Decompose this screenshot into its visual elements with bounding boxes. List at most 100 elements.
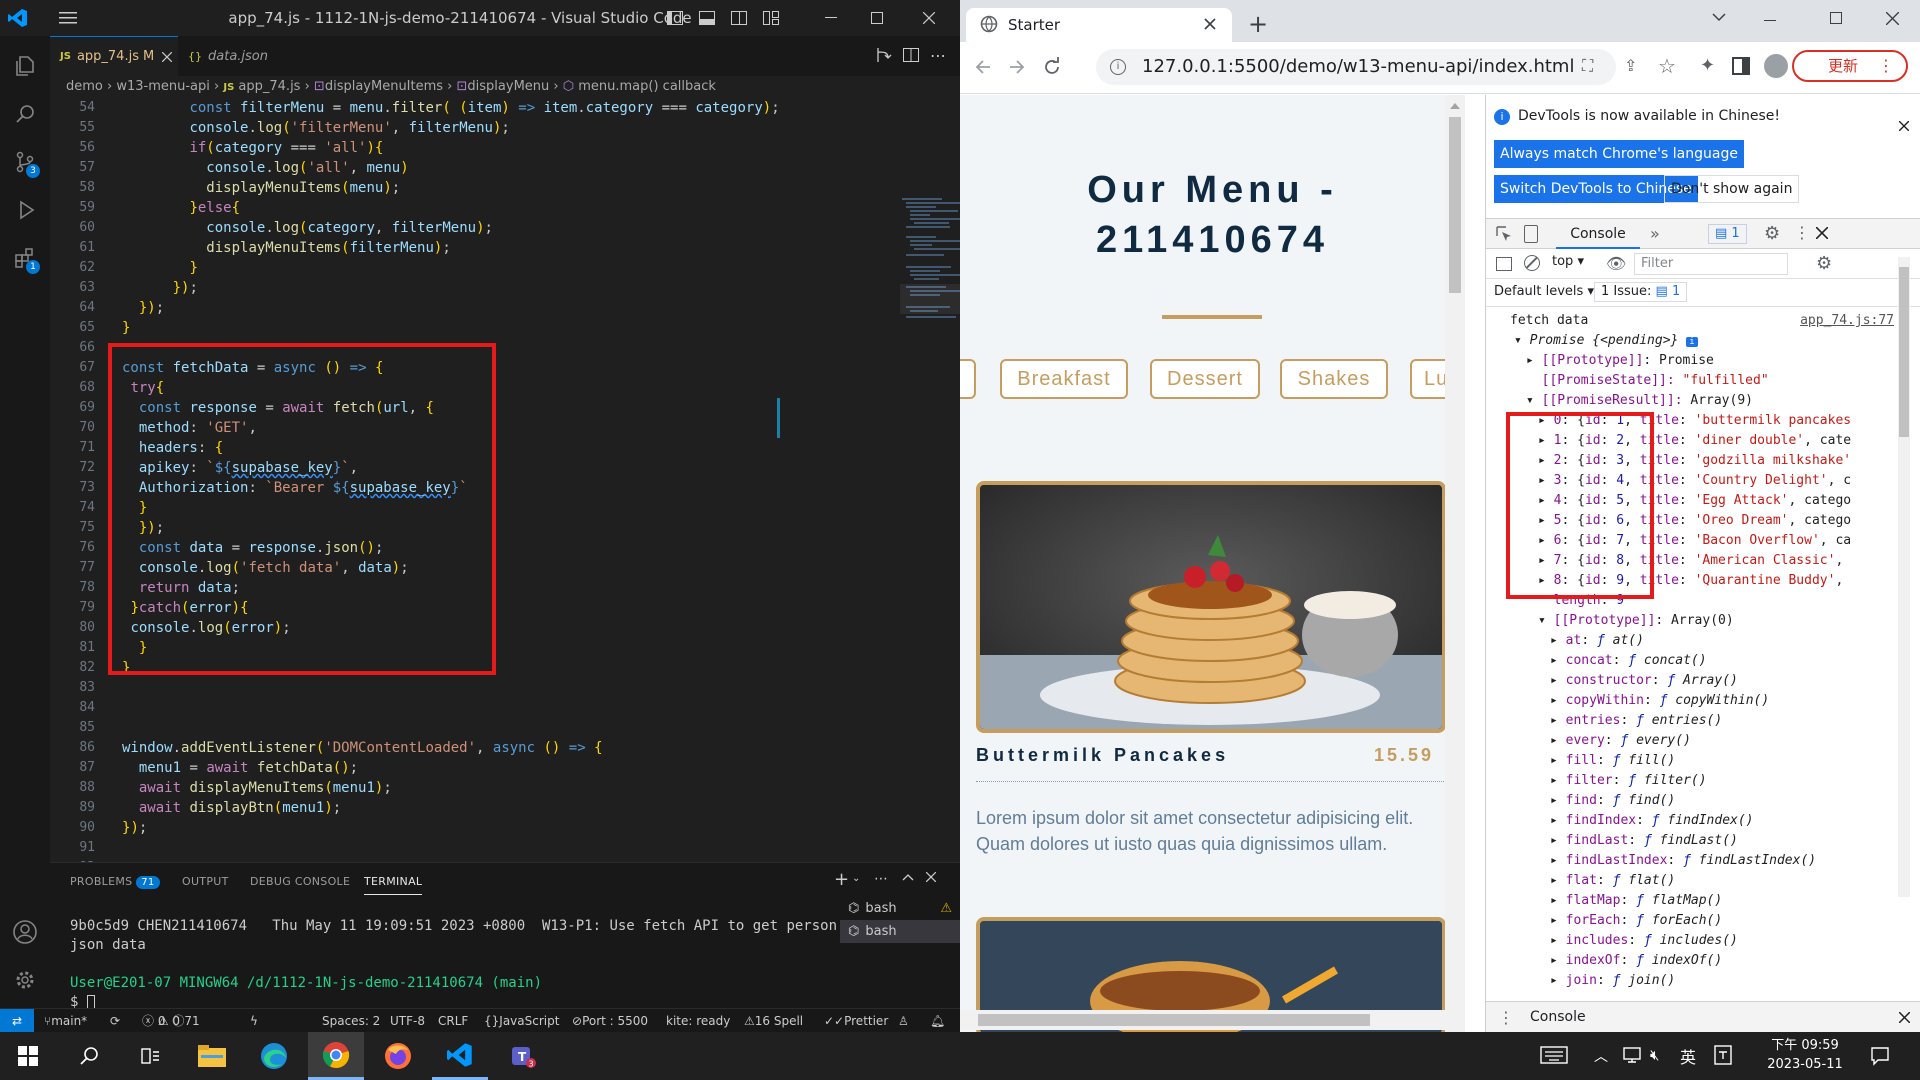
console-log-entry[interactable]: fetch data app_74.js:77	[1486, 311, 1916, 331]
menu-icon[interactable]	[48, 0, 88, 36]
open-changes-icon[interactable]	[874, 46, 892, 64]
code-line[interactable]: await displayMenuItems(menu1);	[122, 778, 882, 798]
search-icon[interactable]	[0, 90, 50, 138]
prototype-method[interactable]: ▸ findLast: ƒ findLast()	[1486, 831, 1916, 851]
prototype-method[interactable]: ▸ filter: ƒ filter()	[1486, 771, 1916, 791]
ime-pad-icon[interactable]	[1714, 1044, 1732, 1066]
breadcrumb-item[interactable]: w13-menu-api	[116, 79, 210, 94]
code-line[interactable]: console.log('filterMenu', filterMenu);	[122, 118, 882, 138]
sidebar-toggle-icon[interactable]	[1496, 257, 1512, 271]
code-line[interactable]: window.addEventListener('DOMContentLoade…	[122, 738, 882, 758]
edge-icon[interactable]	[246, 1032, 302, 1080]
eol-indicator[interactable]: CRLF	[438, 1009, 468, 1032]
tree-node[interactable]: ▸ [[Prototype]]: Promise	[1486, 351, 1916, 371]
split-editor-icon[interactable]	[902, 46, 920, 64]
code-line[interactable]: await displayBtn(menu1);	[122, 798, 882, 818]
side-panel-icon[interactable]	[1732, 57, 1750, 75]
toggle-sidebar-icon[interactable]	[664, 0, 686, 36]
notifications-bell-icon[interactable]: 🔔︎	[930, 1009, 945, 1032]
prototype-method[interactable]: ▸ copyWithin: ƒ copyWithin()	[1486, 691, 1916, 711]
input-indicator-icon[interactable]	[1540, 1044, 1568, 1066]
info-icon[interactable]: i	[1110, 59, 1126, 75]
firefox-icon[interactable]	[370, 1032, 426, 1080]
customize-layout-icon[interactable]	[760, 0, 782, 36]
new-tab-icon[interactable]: +	[1248, 10, 1268, 38]
spell-indicator[interactable]: ⚠ 16 Spell	[744, 1009, 803, 1032]
run-debug-icon[interactable]	[0, 186, 50, 234]
tray-chevron-up-icon[interactable]: ︿	[1594, 1046, 1608, 1066]
drawer-menu-icon[interactable]: ⋮	[1498, 1008, 1514, 1027]
filter-button-partial[interactable]	[960, 359, 976, 399]
live-server-port[interactable]: ⊘ Port : 5500	[572, 1009, 648, 1032]
code-line[interactable]	[122, 838, 882, 858]
prototype-method[interactable]: ▸ fill: ƒ fill()	[1486, 751, 1916, 771]
account-icon[interactable]	[0, 908, 50, 956]
scroll-up-icon[interactable]	[1450, 103, 1460, 109]
prototype-method[interactable]: ▸ forEach: ƒ forEach()	[1486, 911, 1916, 931]
device-toolbar-icon[interactable]	[1524, 225, 1538, 243]
breadcrumb-item[interactable]: displayMenuItems	[325, 79, 443, 94]
prototype-method[interactable]: ▸ flatMap: ƒ flatMap()	[1486, 891, 1916, 911]
console-scroll-thumb[interactable]	[1899, 267, 1909, 437]
code-line[interactable]: displayMenuItems(filterMenu);	[122, 238, 882, 258]
address-bar[interactable]: i 127.0.0.1:5500/demo/w13-menu-api/index…	[1096, 49, 1616, 85]
filter-button-dessert[interactable]: Dessert	[1150, 359, 1260, 399]
prototype-method[interactable]: ▸ constructor: ƒ Array()	[1486, 671, 1916, 691]
always-match-language-button[interactable]: Always match Chrome's language	[1494, 140, 1744, 168]
prototype-method[interactable]: ▸ at: ƒ at()	[1486, 631, 1916, 651]
issues-button[interactable]: 1 Issue: ▤ 1	[1594, 282, 1688, 302]
extensions-puzzle-icon[interactable]: ✦	[1700, 55, 1715, 76]
code-line[interactable]: }	[122, 318, 882, 338]
vscode-taskbar-icon[interactable]	[432, 1032, 488, 1080]
tab-problems[interactable]: PROBLEMS 71	[70, 875, 160, 889]
forward-arrow-icon[interactable]	[1008, 58, 1026, 76]
chevron-down-icon[interactable]: ⌄	[852, 873, 860, 884]
more-tabs-icon[interactable]: »	[1650, 224, 1660, 243]
toggle-panel-icon[interactable]	[696, 0, 718, 36]
terminal-item[interactable]: ⌬ bash	[840, 920, 960, 943]
prototype-method[interactable]: ▸ findIndex: ƒ findIndex()	[1486, 811, 1916, 831]
prototype-method[interactable]: ▸ includes: ƒ includes()	[1486, 931, 1916, 951]
notifications-icon[interactable]	[1870, 1046, 1890, 1066]
context-selector[interactable]: top ▾	[1552, 254, 1584, 269]
breadcrumb-item[interactable]: menu.map() callback	[578, 79, 716, 94]
prototype-method[interactable]: ▸ entries: ƒ entries()	[1486, 711, 1916, 731]
minimize-icon[interactable]	[808, 0, 854, 36]
code-line[interactable]: }	[122, 258, 882, 278]
code-line[interactable]: menu1 = await fetchData();	[122, 758, 882, 778]
inspect-element-icon[interactable]	[1496, 226, 1512, 242]
branch-indicator[interactable]: ⑂ main*	[44, 1009, 87, 1032]
prototype-method[interactable]: ▸ findLastIndex: ƒ findLastIndex()	[1486, 851, 1916, 871]
tree-node[interactable]: ▾ [[PromiseResult]]: Array(9)	[1486, 391, 1916, 411]
minimize-icon[interactable]	[1764, 20, 1776, 21]
settings-gear-icon[interactable]	[0, 956, 50, 1004]
tab-console[interactable]: Console	[1556, 219, 1640, 249]
windows-start-icon[interactable]	[0, 1032, 56, 1080]
close-drawer-icon[interactable]	[1899, 1012, 1910, 1023]
close-panel-icon[interactable]	[926, 872, 936, 882]
messages-badge[interactable]: ▤ 1	[1708, 224, 1747, 244]
prototype-method[interactable]: ▸ concat: ƒ concat()	[1486, 651, 1916, 671]
console-filter-input[interactable]: Filter	[1634, 253, 1788, 275]
teams-icon[interactable]: T3	[494, 1032, 550, 1080]
code-line[interactable]: console.log('all', menu)	[122, 158, 882, 178]
code-line[interactable]: const filterMenu = menu.filter( (item) =…	[122, 98, 882, 118]
reload-icon[interactable]	[1042, 57, 1062, 77]
search-icon[interactable]	[62, 1032, 118, 1080]
maximize-panel-icon[interactable]	[902, 873, 914, 881]
dont-show-again-button[interactable]: Don't show again	[1664, 175, 1800, 203]
system-clock[interactable]: 下午 09:59 2023-05-11	[1760, 1036, 1850, 1074]
toggle-secondary-sidebar-icon[interactable]	[728, 0, 750, 36]
chrome-icon[interactable]	[308, 1032, 364, 1080]
volume-muted-icon[interactable]: 🔇︎	[1650, 1046, 1659, 1064]
update-button[interactable]: 更新 ⋮	[1792, 50, 1908, 82]
share-icon[interactable]: ⇪	[1624, 56, 1637, 75]
console-scrollbar[interactable]	[1898, 257, 1910, 897]
network-icon[interactable]	[1622, 1046, 1642, 1064]
page-hscroll-thumb[interactable]	[978, 1014, 1370, 1026]
infobar-close-icon[interactable]	[1899, 121, 1909, 131]
page-scrollbar[interactable]	[1445, 95, 1465, 1032]
tab-debug-console[interactable]: DEBUG CONSOLE	[250, 875, 350, 888]
close-devtools-icon[interactable]	[1816, 227, 1828, 239]
breadcrumb-item[interactable]: displayMenu	[467, 79, 549, 94]
